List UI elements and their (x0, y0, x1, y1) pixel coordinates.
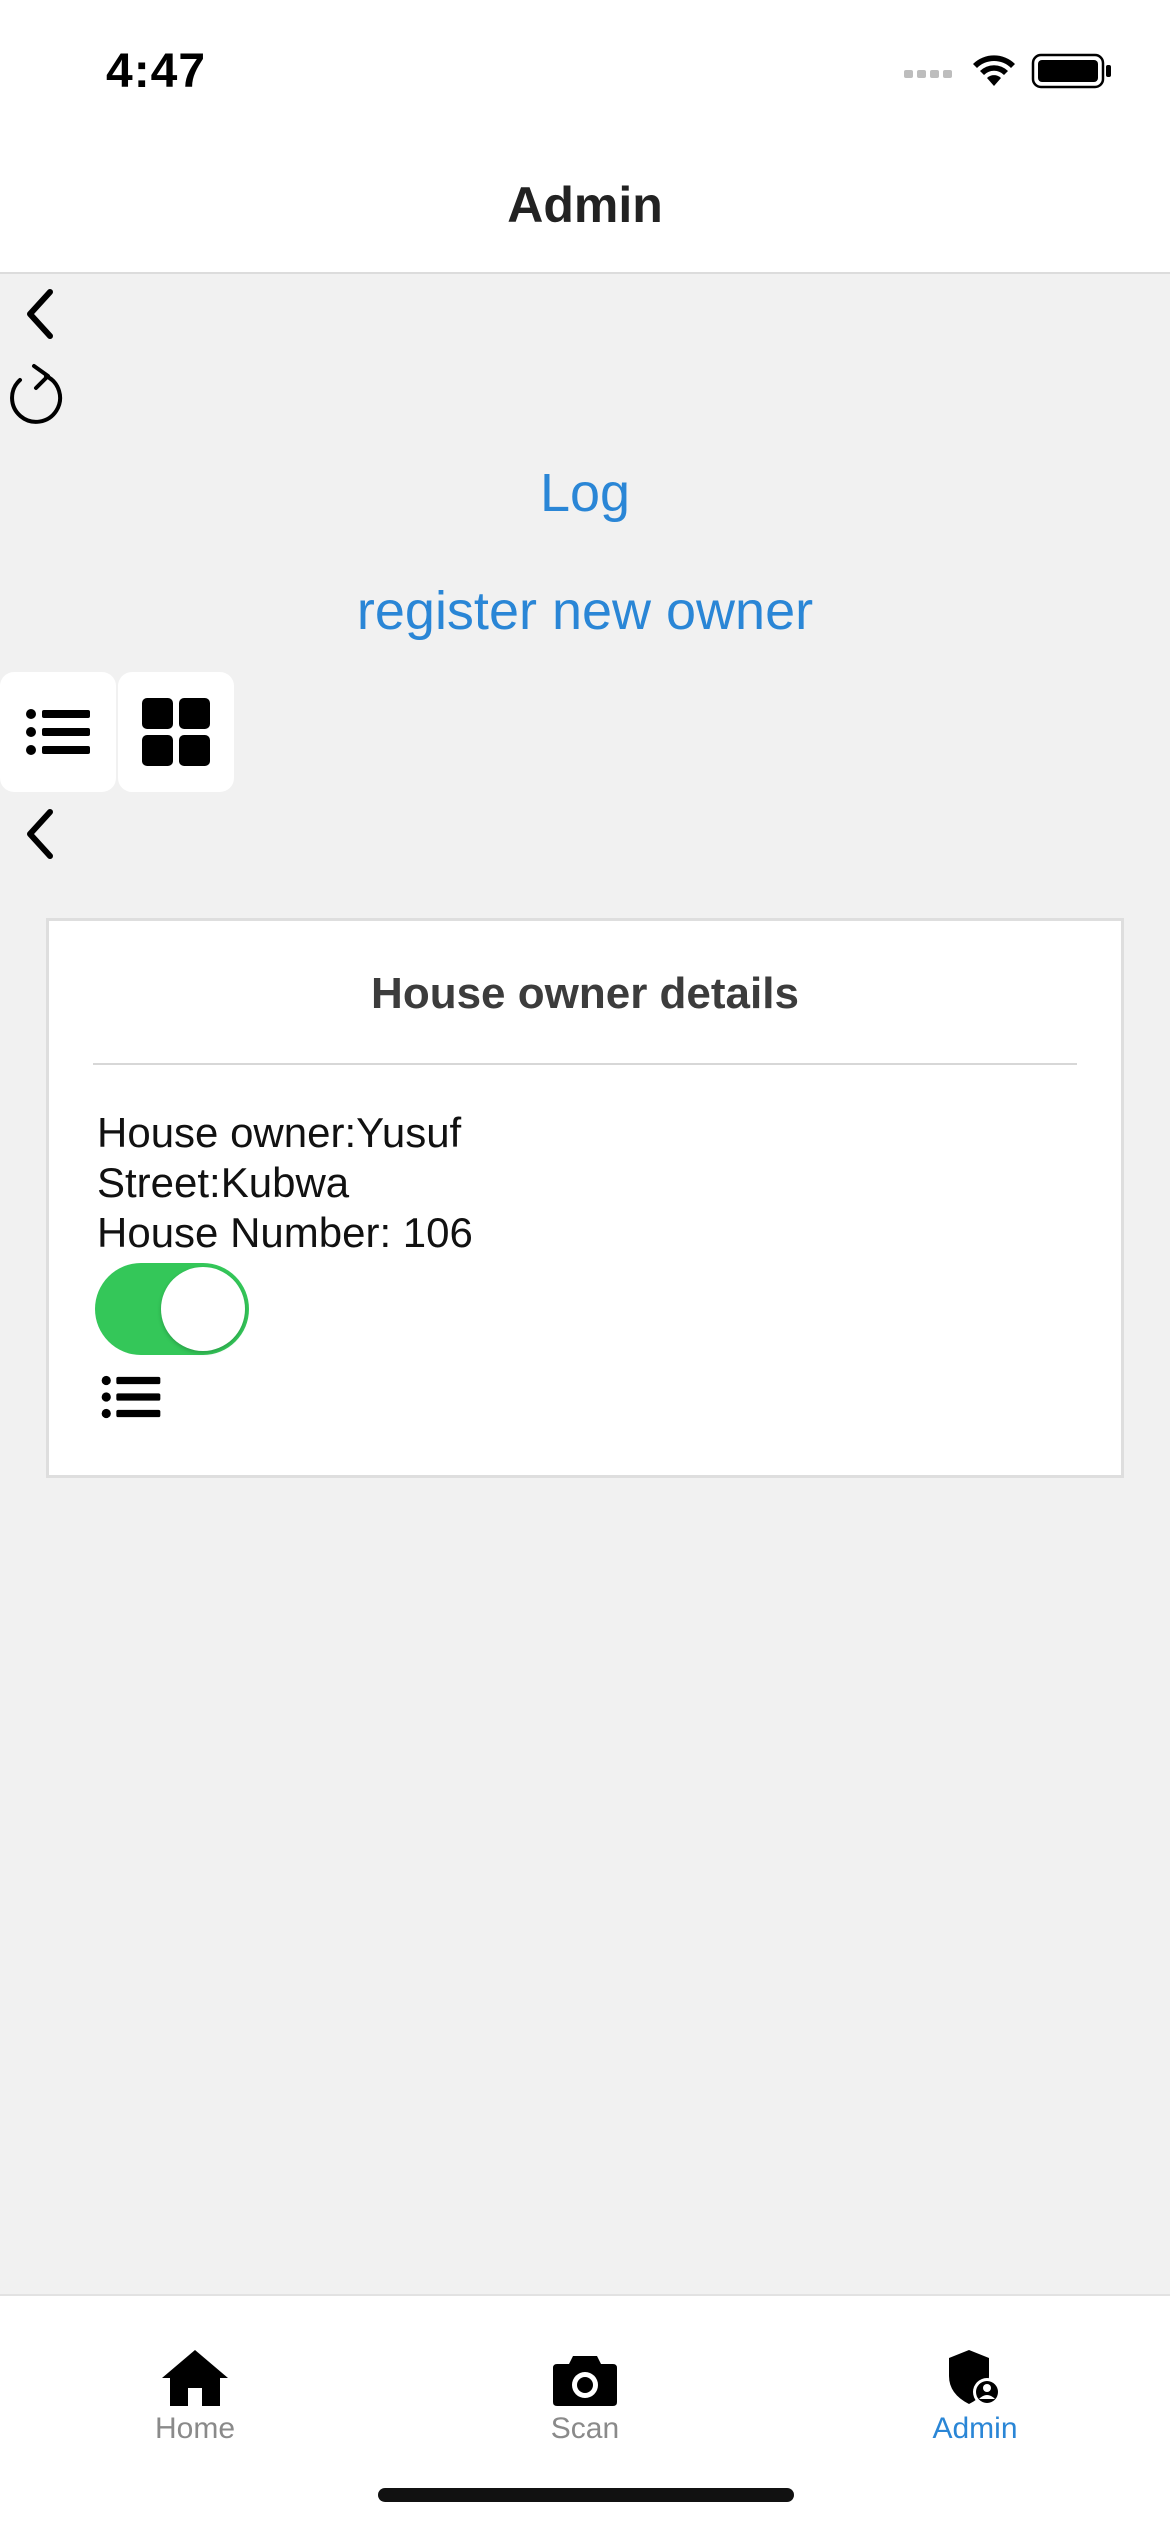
list-icon (101, 1375, 161, 1419)
tab-home-label: Home (154, 2412, 236, 2445)
back-button[interactable] (10, 284, 70, 344)
register-new-owner-link[interactable]: register new owner (0, 580, 1170, 642)
home-icon (162, 2350, 228, 2406)
status-toggle[interactable] (95, 1263, 249, 1355)
house-owner-card: House owner details House owner:Yusuf St… (46, 918, 1124, 1478)
card-title: House owner details (371, 969, 799, 1018)
refresh-icon (10, 364, 63, 424)
house-number-text: House Number: 106 (97, 1209, 473, 1256)
grid-icon (142, 698, 210, 766)
navigation-header: Admin (0, 140, 1170, 274)
log-link[interactable]: Log (0, 462, 1170, 524)
camera-icon (553, 2356, 617, 2406)
grid-view-button[interactable] (118, 672, 234, 792)
street-text: Street:Kubwa (97, 1159, 350, 1206)
refresh-button[interactable] (4, 360, 70, 430)
home-indicator (378, 2488, 794, 2502)
details-list-button[interactable] (99, 1373, 163, 1421)
shield-user-icon (949, 2350, 1001, 2406)
tab-home[interactable]: Home (0, 2296, 390, 2446)
cellular-signal-icon (904, 70, 952, 78)
page-title: Admin (507, 177, 663, 233)
status-bar: 4:47 (0, 0, 1170, 140)
chevron-left-icon (27, 809, 53, 859)
status-time: 4:47 (106, 45, 207, 98)
battery-icon (1031, 53, 1111, 89)
house-owner-text: House owner:Yusuf (97, 1109, 462, 1156)
chevron-left-icon (27, 289, 53, 339)
tab-admin[interactable]: Admin (780, 2296, 1170, 2446)
toggle-knob (161, 1267, 245, 1351)
wifi-icon (973, 55, 1015, 86)
status-icons (904, 50, 1114, 90)
back-button-secondary[interactable] (10, 804, 70, 864)
list-icon (26, 709, 90, 755)
list-view-button[interactable] (0, 672, 116, 792)
card-divider (93, 1063, 1077, 1065)
tab-admin-label: Admin (932, 2412, 1018, 2445)
tab-scan[interactable]: Scan (390, 2296, 780, 2446)
tab-scan-label: Scan (550, 2412, 620, 2445)
